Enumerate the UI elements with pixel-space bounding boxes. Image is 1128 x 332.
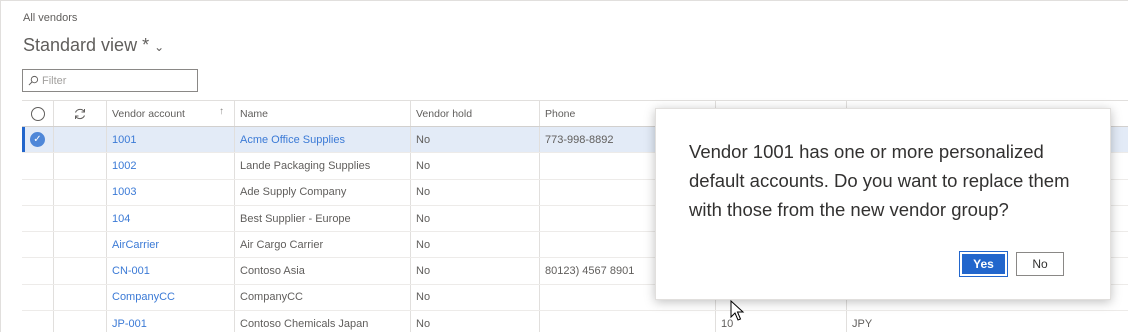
refresh-icon	[75, 108, 85, 119]
vendor-hold: No	[411, 232, 540, 258]
vendor-hold: No	[411, 127, 540, 153]
vendor-name: Contoso Chemicals Japan	[235, 311, 411, 332]
row-checkbox[interactable]	[22, 311, 54, 332]
vendor-name: Lande Packaging Supplies	[235, 153, 411, 179]
page-title: Standard view *	[23, 35, 150, 55]
vendor-account-link[interactable]: JP-001	[107, 311, 235, 332]
refresh-button[interactable]	[54, 101, 107, 126]
confirm-dialog: Vendor 1001 has one or more personalized…	[655, 108, 1111, 300]
vendor-account-link[interactable]: 104	[107, 205, 235, 232]
row-spacer	[54, 232, 107, 258]
vendor-currency: JPY	[852, 317, 873, 330]
filter-placeholder: Filter	[42, 74, 67, 87]
column-header-vendor-hold[interactable]: Vendor hold	[411, 101, 540, 126]
mouse-cursor-icon	[730, 300, 745, 321]
row-checkbox[interactable]	[22, 205, 54, 232]
vendor-name: Ade Supply Company	[235, 179, 411, 205]
row-checkbox[interactable]	[22, 258, 54, 284]
chevron-down-icon: ⌄	[154, 40, 165, 54]
column-label: Name	[240, 107, 269, 120]
vendor-account-link[interactable]: 1002	[107, 153, 235, 179]
no-button[interactable]: No	[1016, 252, 1064, 276]
column-label: Phone	[545, 107, 576, 120]
vendor-hold: No	[411, 153, 540, 179]
row-spacer	[54, 205, 107, 232]
vendor-name: Contoso Asia	[235, 258, 411, 284]
row-checkbox[interactable]	[22, 153, 54, 179]
vendor-hold: No	[411, 258, 540, 284]
vendor-hold: No	[411, 205, 540, 232]
search-icon	[28, 75, 39, 86]
row-checkbox[interactable]	[22, 232, 54, 258]
vendor-name: Air Cargo Carrier	[235, 232, 411, 258]
table-row[interactable]: JP-001 Contoso Chemicals Japan No 10 JPY	[22, 311, 1128, 332]
row-checkbox[interactable]	[22, 284, 54, 311]
column-header-name[interactable]: Name	[235, 101, 411, 126]
vendor-account-link[interactable]: AirCarrier	[107, 232, 235, 258]
column-label: Vendor hold	[416, 107, 473, 120]
vendor-name: CompanyCC	[235, 284, 411, 311]
row-spacer	[54, 153, 107, 179]
dialog-message: Vendor 1001 has one or more personalized…	[689, 141, 1070, 220]
vendor-name: Best Supplier - Europe	[235, 205, 411, 232]
column-label: Vendor account	[112, 107, 185, 120]
select-all-circle-icon	[30, 106, 45, 121]
vendor-account-link[interactable]: CN-001	[107, 258, 235, 284]
checkmark-icon: ✓	[30, 132, 45, 148]
vendor-account-link[interactable]: CompanyCC	[107, 284, 235, 311]
row-checkbox[interactable]: ✓	[22, 127, 54, 153]
vendor-name[interactable]: Acme Office Supplies	[235, 127, 411, 153]
vendor-hold: No	[411, 311, 540, 332]
row-spacer	[54, 258, 107, 284]
row-checkbox[interactable]	[22, 179, 54, 205]
vendor-account-link[interactable]: 1003	[107, 179, 235, 205]
vendor-hold: No	[411, 284, 540, 311]
vendor-account-link[interactable]: 1001	[107, 127, 235, 153]
row-spacer	[54, 179, 107, 205]
column-header-vendor-account[interactable]: Vendor account ↑	[107, 101, 235, 126]
breadcrumb[interactable]: All vendors	[23, 12, 77, 24]
sort-ascending-icon: ↑	[219, 106, 224, 117]
filter-input[interactable]: Filter	[22, 69, 198, 92]
vendor-hold: No	[411, 179, 540, 205]
yes-button[interactable]: Yes	[959, 251, 1008, 277]
view-selector[interactable]: Standard view * ⌄	[23, 35, 164, 56]
row-spacer	[54, 284, 107, 311]
row-spacer	[54, 311, 107, 332]
vendor-phone	[540, 311, 716, 332]
row-spacer	[54, 127, 107, 153]
select-all-checkbox[interactable]	[22, 101, 54, 126]
